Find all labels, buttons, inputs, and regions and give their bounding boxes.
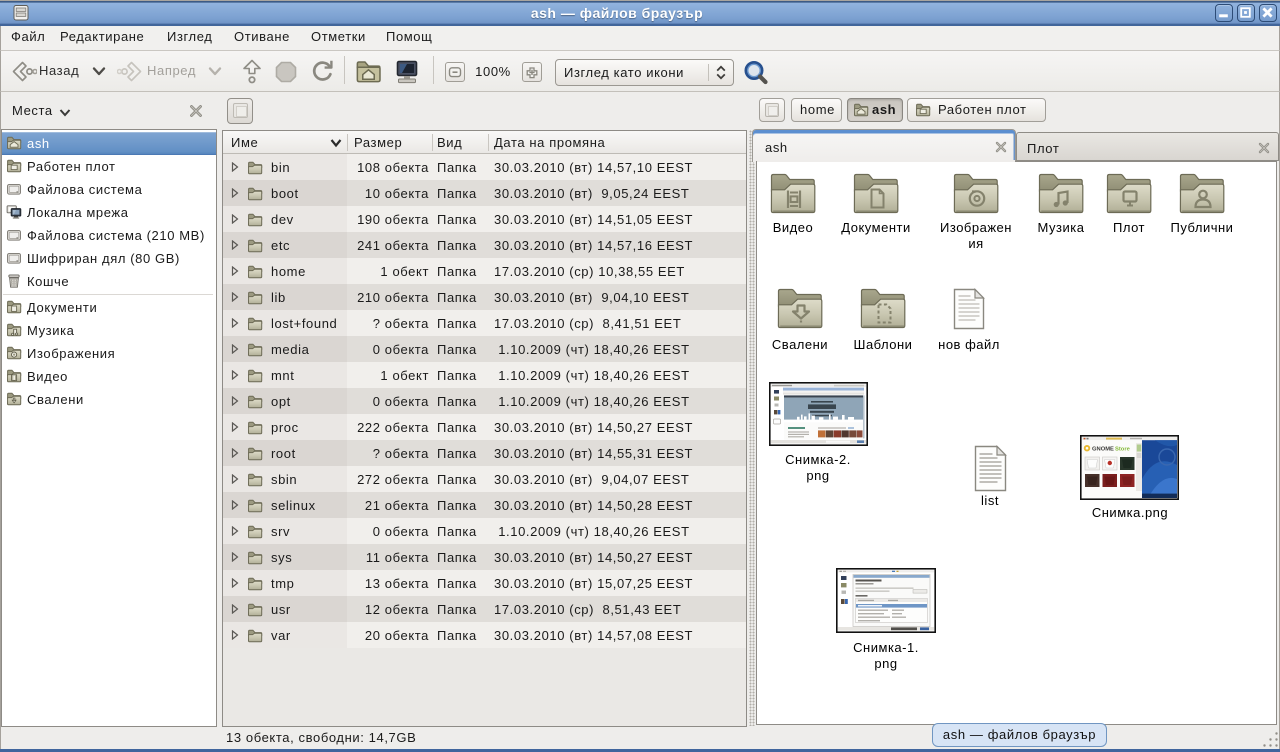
- svg-text:GNOME: GNOME: [1092, 447, 1114, 453]
- svg-text:Store: Store: [1115, 447, 1131, 453]
